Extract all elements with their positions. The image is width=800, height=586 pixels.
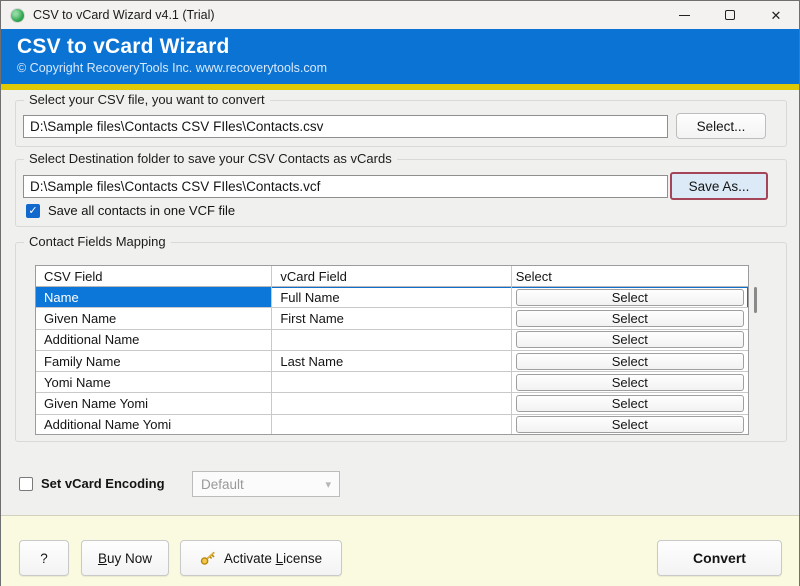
app-window: CSV to vCard Wizard v4.1 (Trial) ✕ CSV t… — [0, 0, 800, 586]
help-button[interactable]: ? — [19, 540, 69, 576]
activate-license-button[interactable]: Activate License — [180, 540, 342, 576]
csv-path-input[interactable]: D:\Sample files\Contacts CSV FIles\Conta… — [23, 115, 668, 138]
copyright-text: © Copyright RecoveryTools Inc. www.recov… — [17, 61, 783, 75]
close-icon: ✕ — [771, 9, 782, 22]
key-icon — [200, 551, 217, 566]
csv-field-cell[interactable]: Family Name — [36, 351, 272, 372]
vcard-field-cell[interactable]: Full Name — [272, 287, 511, 308]
mapping-group-label: Contact Fields Mapping — [24, 234, 171, 249]
maximize-icon — [725, 10, 735, 20]
header-vcard-field: vCard Field — [272, 266, 511, 287]
vcard-field-cell[interactable] — [272, 372, 511, 393]
row-select-button[interactable]: Select — [516, 310, 744, 327]
accent-divider — [1, 84, 799, 90]
app-icon — [10, 8, 25, 23]
app-title: CSV to vCard Wizard — [17, 35, 783, 59]
csv-field-cell[interactable]: Additional Name Yomi — [36, 415, 272, 435]
minimize-button[interactable] — [661, 1, 707, 29]
csv-field-cell[interactable]: Name — [36, 287, 272, 308]
encoding-checkbox-label: Set vCard Encoding — [41, 476, 165, 491]
table-header-row: CSV Field vCard Field Select — [36, 266, 748, 287]
header-select: Select — [512, 266, 748, 287]
encoding-dropdown[interactable]: Default ▾ — [192, 471, 340, 497]
table-scrollbar-thumb[interactable] — [754, 287, 757, 313]
close-button[interactable]: ✕ — [753, 1, 799, 29]
csv-field-cell[interactable]: Given Name — [36, 308, 272, 329]
destination-group-label: Select Destination folder to save your C… — [24, 151, 397, 166]
csv-field-cell[interactable]: Yomi Name — [36, 372, 272, 393]
table-row[interactable]: Family Name Last Name Select — [36, 351, 748, 372]
row-select-button[interactable]: Select — [516, 395, 744, 412]
table-row[interactable]: Name Full Name Select — [36, 287, 748, 308]
save-as-button[interactable]: Save As... — [670, 172, 768, 200]
vcard-field-cell[interactable] — [272, 393, 511, 414]
vcf-path-input[interactable]: D:\Sample files\Contacts CSV FIles\Conta… — [23, 175, 668, 198]
vcard-field-cell[interactable]: Last Name — [272, 351, 511, 372]
csv-field-cell[interactable]: Given Name Yomi — [36, 393, 272, 414]
table-row[interactable]: Additional Name Yomi Select — [36, 415, 748, 435]
chevron-down-icon: ▾ — [325, 478, 331, 491]
table-row[interactable]: Given Name Yomi Select — [36, 393, 748, 414]
vcard-field-cell[interactable] — [272, 415, 511, 435]
title-bar: CSV to vCard Wizard v4.1 (Trial) ✕ — [1, 1, 799, 29]
brand-header: CSV to vCard Wizard © Copyright Recovery… — [1, 29, 799, 84]
encoding-row: Set vCard Encoding — [19, 476, 165, 491]
single-vcf-checkbox-label: Save all contacts in one VCF file — [48, 203, 235, 218]
select-file-button[interactable]: Select... — [676, 113, 766, 139]
header-csv-field: CSV Field — [36, 266, 272, 287]
single-vcf-checkbox-row: Save all contacts in one VCF file — [26, 203, 235, 218]
encoding-dropdown-value: Default — [201, 477, 244, 492]
table-row[interactable]: Yomi Name Select — [36, 372, 748, 393]
source-file-group: Select your CSV file, you want to conver… — [15, 100, 787, 147]
table-row[interactable]: Given Name First Name Select — [36, 308, 748, 329]
activate-license-label: Activate License — [224, 551, 322, 566]
vcard-field-cell[interactable]: First Name — [272, 308, 511, 329]
window-title: CSV to vCard Wizard v4.1 (Trial) — [33, 8, 215, 22]
minimize-icon — [679, 15, 690, 16]
buy-now-button[interactable]: Buy Now — [81, 540, 169, 576]
footer-bar: ? Buy Now Activate License Convert — [1, 515, 799, 586]
source-group-label: Select your CSV file, you want to conver… — [24, 92, 270, 107]
row-select-button[interactable]: Select — [516, 289, 744, 306]
table-row[interactable]: Additional Name Select — [36, 330, 748, 351]
maximize-button[interactable] — [707, 1, 753, 29]
row-select-button[interactable]: Select — [516, 374, 744, 391]
row-select-button[interactable]: Select — [516, 353, 744, 370]
vcard-field-cell[interactable] — [272, 330, 511, 351]
single-vcf-checkbox[interactable] — [26, 204, 40, 218]
encoding-checkbox[interactable] — [19, 477, 33, 491]
row-select-button[interactable]: Select — [516, 331, 744, 348]
mapping-table: CSV Field vCard Field Select Name Full N… — [35, 265, 749, 435]
mapping-group: Contact Fields Mapping CSV Field vCard F… — [15, 242, 787, 442]
csv-field-cell[interactable]: Additional Name — [36, 330, 272, 351]
row-select-button[interactable]: Select — [516, 416, 744, 433]
convert-button[interactable]: Convert — [657, 540, 782, 576]
destination-group: Select Destination folder to save your C… — [15, 159, 787, 227]
